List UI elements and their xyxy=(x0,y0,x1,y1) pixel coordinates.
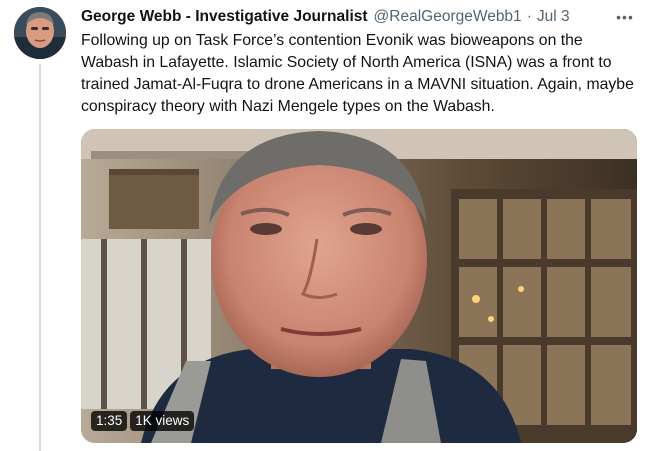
tweet-date[interactable]: Jul 3 xyxy=(537,6,570,28)
tweet: George Webb - Investigative Journalist @… xyxy=(81,6,641,118)
video-duration: 1:35 xyxy=(91,411,128,431)
tweet-text: Following up on Task Force’s contention … xyxy=(81,32,634,115)
avatar[interactable] xyxy=(14,7,66,59)
author-name[interactable]: George Webb - Investigative Journalist xyxy=(81,6,368,28)
tweet-header: George Webb - Investigative Journalist @… xyxy=(81,6,641,28)
separator-dot: · xyxy=(526,8,532,25)
more-horizontal-icon[interactable]: ••• xyxy=(612,6,638,28)
video-views: 1K views xyxy=(130,411,195,431)
video-stats: 1:35 1K views xyxy=(91,411,195,431)
avatar-image xyxy=(14,7,66,59)
video-player[interactable]: 1:35 1K views xyxy=(81,129,637,443)
author-handle[interactable]: @RealGeorgeWebb1 xyxy=(374,6,522,28)
video-thumbnail xyxy=(81,129,637,443)
thread-line xyxy=(39,64,41,451)
